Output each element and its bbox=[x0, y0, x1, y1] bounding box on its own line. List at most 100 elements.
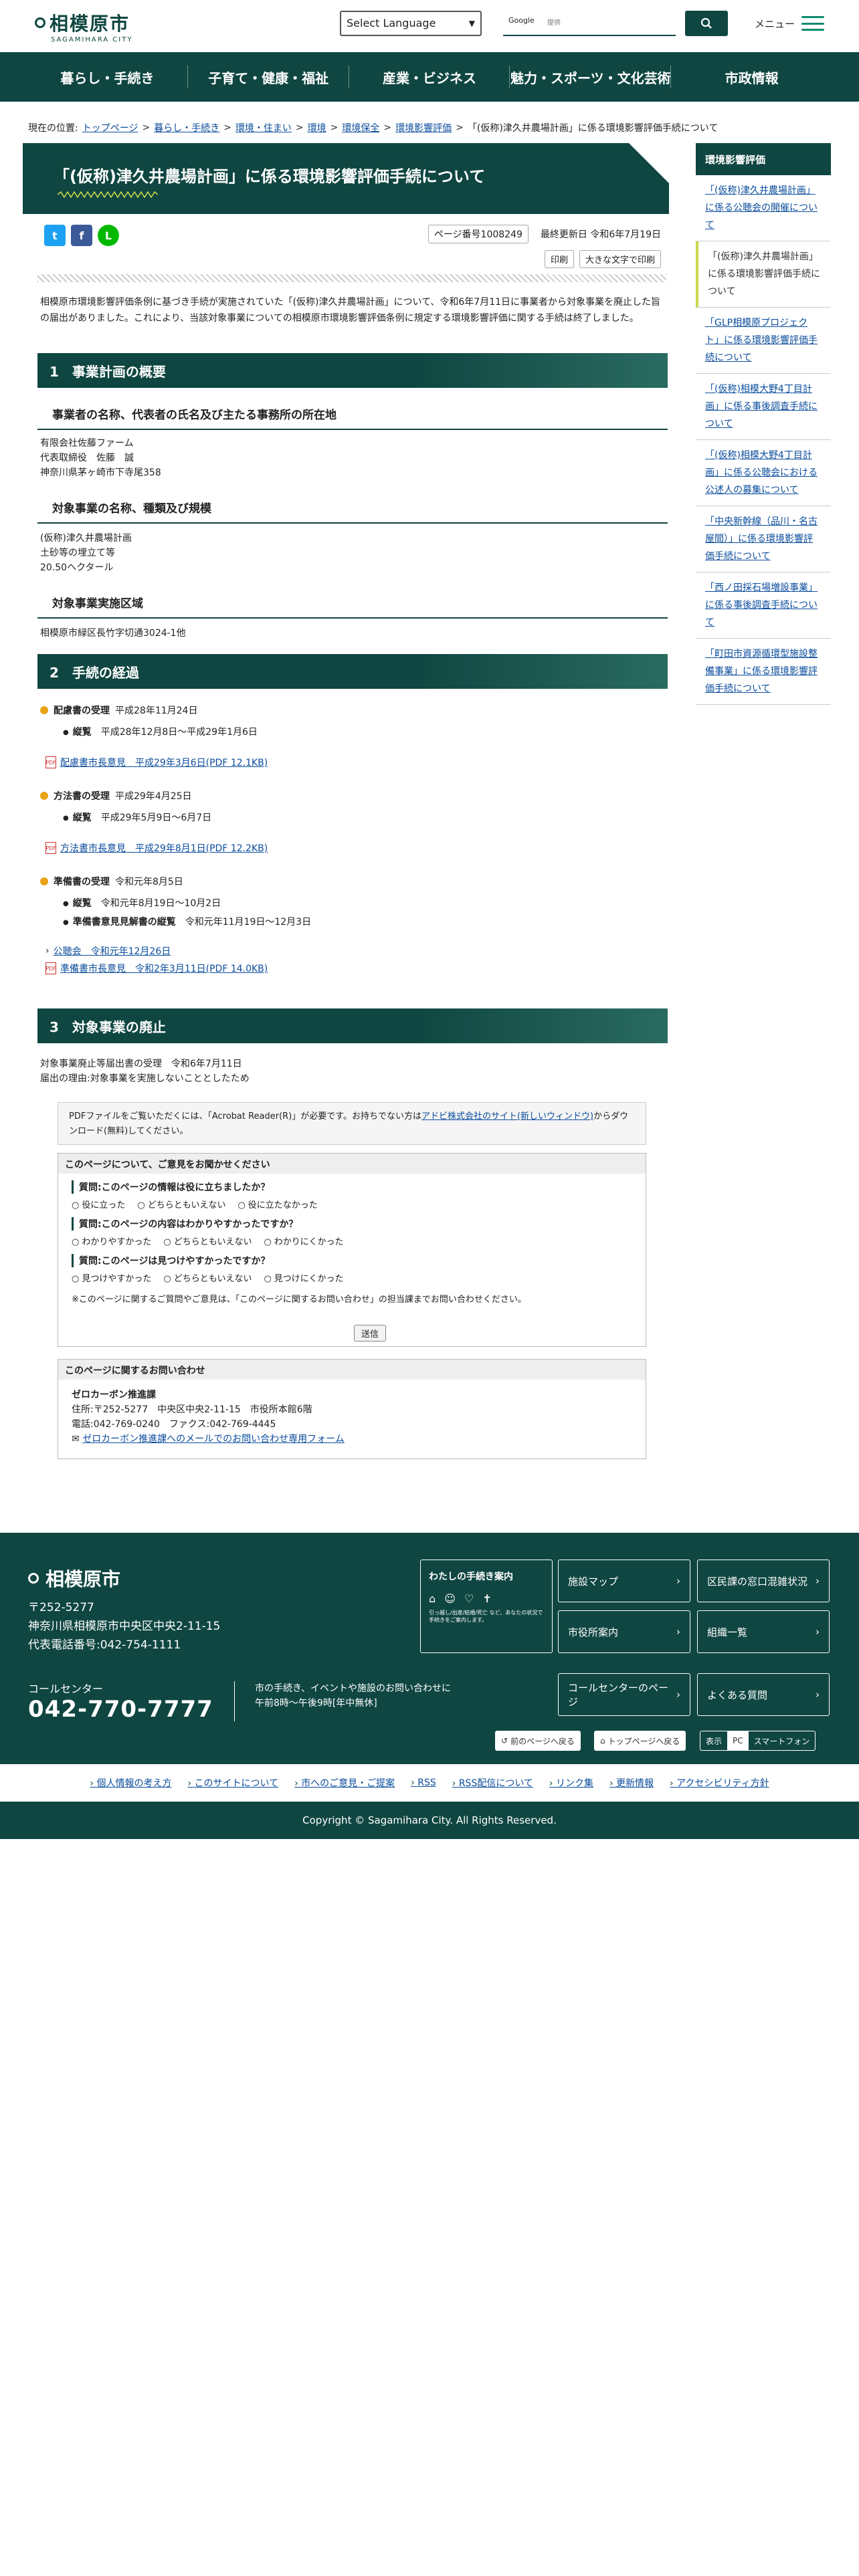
counter-status-button[interactable]: 区民課の窓口混雑状況 › bbox=[697, 1560, 830, 1602]
subsection-heading: 対象事業の名称、種類及び規模 bbox=[37, 499, 668, 524]
sidebar-item-current[interactable]: 「(仮称)津久井農場計画」に係る環境影響評価手続について bbox=[696, 241, 831, 308]
footer-link[interactable]: 市へのご意見・ご提案 bbox=[294, 1776, 395, 1790]
pc-toggle[interactable]: PC bbox=[727, 1731, 749, 1750]
nav-cityinfo[interactable]: 市政情報 bbox=[671, 52, 832, 102]
sidebar-item[interactable]: 「(仮称)相模大野4丁目計画」に係る公聴会における公述人の募集について bbox=[696, 440, 831, 506]
menu-label: メニュー bbox=[755, 17, 795, 30]
smartphone-toggle[interactable]: スマートフォン bbox=[749, 1731, 816, 1750]
footer-link[interactable]: このサイトについて bbox=[187, 1776, 279, 1790]
footer-link[interactable]: 個人情報の考え方 bbox=[90, 1776, 171, 1790]
breadcrumb-link[interactable]: 環境・住まい bbox=[235, 121, 292, 134]
bullet-icon bbox=[40, 877, 48, 885]
sidebar-item[interactable]: 「GLP相模原プロジェクト」に係る環境影響評価手続について bbox=[696, 308, 831, 374]
procedure-guide-button[interactable]: わたしの手続き案内 ⌂ ☺ ♡ ✝ 引っ越し/出産/結婚/死亡 など、あなたの状況で… bbox=[420, 1560, 553, 1653]
search-input[interactable]: Google 提供 bbox=[503, 11, 676, 36]
feedback-title: このページについて、ご意見をお聞かせください bbox=[58, 1154, 646, 1174]
faq-button[interactable]: よくある質問 › bbox=[697, 1673, 830, 1716]
call-center-tel[interactable]: 042-770-7777 bbox=[28, 1696, 213, 1723]
menu-button[interactable]: メニュー bbox=[755, 16, 825, 31]
home-icon: ⌂ bbox=[600, 1736, 605, 1745]
back-button[interactable]: ↺ 前のページへ戻る bbox=[495, 1731, 581, 1751]
top-page-button[interactable]: ⌂ トップページへ戻る bbox=[594, 1731, 686, 1751]
radio-option[interactable]: どちらともいえない bbox=[163, 1235, 252, 1247]
pdf-icon: PDF bbox=[45, 842, 56, 854]
radio-option[interactable]: 役に立たなかった bbox=[237, 1198, 318, 1210]
last-updated: 最終更新日 令和6年7月19日 bbox=[540, 229, 661, 240]
contact-box: このページに関するお問い合わせ ゼロカーボン推進課 住所:〒252-5277 中… bbox=[58, 1359, 646, 1459]
bullet-icon bbox=[40, 792, 48, 800]
breadcrumb-link[interactable]: 環境影響評価 bbox=[395, 121, 452, 134]
sidebar-title: 環境影響評価 bbox=[696, 143, 831, 175]
project-info: (仮称)津久井農場計画 土砂等の埋立て等 20.50ヘクタール bbox=[40, 533, 132, 573]
twitter-icon[interactable]: t bbox=[44, 225, 66, 246]
nav-culture[interactable]: 魅力・スポーツ・文化芸術 bbox=[510, 52, 671, 102]
radio-option[interactable]: 役に立った bbox=[72, 1198, 125, 1210]
radio-option[interactable]: 見つけやすかった bbox=[72, 1271, 151, 1284]
footer-link[interactable]: リンク集 bbox=[549, 1776, 593, 1790]
radio-option[interactable]: わかりにくかった bbox=[264, 1235, 344, 1247]
contact-form-link[interactable]: ゼロカーボン推進課へのメールでのお問い合わせ専用フォーム bbox=[82, 1434, 345, 1444]
nav-living[interactable]: 暮らし・手続き bbox=[27, 52, 188, 102]
footer-link[interactable]: 更新情報 bbox=[609, 1776, 654, 1790]
breadcrumb-link[interactable]: 環境 bbox=[308, 121, 326, 134]
city-hall-guide-button[interactable]: 市役所案内 › bbox=[558, 1610, 690, 1653]
pdf-link[interactable]: 方法書市長意見 平成29年8月1日(PDF 12.2KB) bbox=[60, 841, 268, 855]
pdf-link[interactable]: 準備書市長意見 令和2年3月11日(PDF 14.0KB) bbox=[60, 962, 268, 975]
submit-button[interactable]: 送信 bbox=[354, 1325, 387, 1341]
city-emblem-icon bbox=[35, 17, 45, 28]
contact-title: このページに関するお問い合わせ bbox=[58, 1360, 646, 1380]
print-large-button[interactable]: 大きな文字で印刷 bbox=[579, 250, 661, 268]
print-button[interactable]: 印刷 bbox=[544, 250, 574, 268]
chevron-right-icon: › bbox=[676, 1689, 680, 1701]
search-icon bbox=[700, 17, 712, 29]
chevron-right-icon: › bbox=[45, 946, 50, 956]
share-buttons: t f L bbox=[44, 225, 119, 246]
sidebar-item[interactable]: 「中央新幹線（品川・名古屋間）」に係る環境影響評価手続について bbox=[696, 506, 831, 572]
sidebar-item[interactable]: 「町田市資源循環型施設整備事業」に係る環境影響評価手続について bbox=[696, 639, 831, 705]
breadcrumb-link[interactable]: 暮らし・手続き bbox=[154, 121, 219, 134]
radio-option[interactable]: 見つけにくかった bbox=[264, 1271, 344, 1284]
call-center-page-button[interactable]: コールセンターのページ › bbox=[558, 1673, 690, 1716]
organization-list-button[interactable]: 組織一覧 › bbox=[697, 1610, 830, 1653]
hamburger-icon bbox=[801, 16, 825, 31]
sidebar-item[interactable]: 「西ノ田採石場増設事業」に係る事後調査手続について bbox=[696, 572, 831, 639]
footer-links: 個人情報の考え方 このサイトについて 市へのご意見・ご提案 RSS RSS配信に… bbox=[0, 1764, 859, 1802]
facebook-icon[interactable]: f bbox=[71, 225, 92, 246]
sidebar-item[interactable]: 「(仮称)津久井農場計画」に係る公聴会の開催について bbox=[696, 175, 831, 241]
city-emblem-icon bbox=[28, 1573, 39, 1584]
nav-business[interactable]: 産業・ビジネス bbox=[349, 52, 510, 102]
back-icon: ↺ bbox=[501, 1736, 508, 1745]
display-switch: 表示 PC スマートフォン bbox=[700, 1731, 816, 1751]
language-select[interactable]: Select Language ▼ bbox=[340, 11, 482, 36]
call-center-label: コールセンター bbox=[28, 1683, 104, 1695]
line-icon[interactable]: L bbox=[98, 225, 119, 246]
site-logo[interactable]: 相模原市 SAGAMIHARA CITY bbox=[35, 9, 142, 43]
page-title-box: 「(仮称)津久井農場計画」に係る環境影響評価手続について bbox=[23, 143, 669, 214]
search-placeholder: 提供 bbox=[547, 19, 561, 27]
breadcrumb-link[interactable]: トップページ bbox=[82, 121, 138, 134]
hearing-link[interactable]: 公聴会 令和元年12月26日 bbox=[54, 944, 171, 958]
footer-link[interactable]: RSS bbox=[411, 1778, 436, 1788]
breadcrumb-prefix: 現在の位置: bbox=[28, 123, 78, 134]
pdf-icon: PDF bbox=[45, 962, 56, 974]
radio-option[interactable]: どちらともいえない bbox=[163, 1271, 252, 1284]
main-content: 「(仮称)津久井農場計画」に係る環境影響評価手続について t f L ページ番号… bbox=[23, 143, 669, 1479]
radio-option[interactable]: どちらともいえない bbox=[137, 1198, 226, 1210]
facility-map-button[interactable]: 施設マップ › bbox=[558, 1560, 690, 1602]
pdf-icon: PDF bbox=[45, 756, 56, 768]
chevron-down-icon: ▼ bbox=[468, 19, 475, 28]
breadcrumb-current: 「(仮称)津久井農場計画」に係る環境影響評価手続について bbox=[467, 123, 719, 134]
radio-option[interactable]: わかりやすかった bbox=[72, 1235, 151, 1247]
footer-link[interactable]: アクセシビリティ方針 bbox=[670, 1776, 769, 1790]
search-button[interactable] bbox=[685, 11, 728, 36]
adobe-link[interactable]: アドビ株式会社のサイト(新しいウィンドウ) bbox=[421, 1111, 593, 1121]
pdf-link[interactable]: 配慮書市長意見 平成29年3月6日(PDF 12.1KB) bbox=[60, 756, 268, 769]
sidebar-item[interactable]: 「(仮称)相模大野4丁目計画」に係る事後調査手続について bbox=[696, 374, 831, 440]
mail-icon: ✉ bbox=[72, 1434, 83, 1444]
footer-link[interactable]: RSS配信について bbox=[452, 1776, 533, 1790]
breadcrumb-link[interactable]: 環境保全 bbox=[342, 121, 379, 134]
nav-childcare[interactable]: 子育て・健康・福祉 bbox=[188, 52, 349, 102]
title-decoration-icon bbox=[58, 191, 158, 198]
search-provider-label: Google bbox=[508, 16, 535, 25]
sidebar: 環境影響評価 「(仮称)津久井農場計画」に係る公聴会の開催について 「(仮称)津… bbox=[696, 143, 831, 705]
